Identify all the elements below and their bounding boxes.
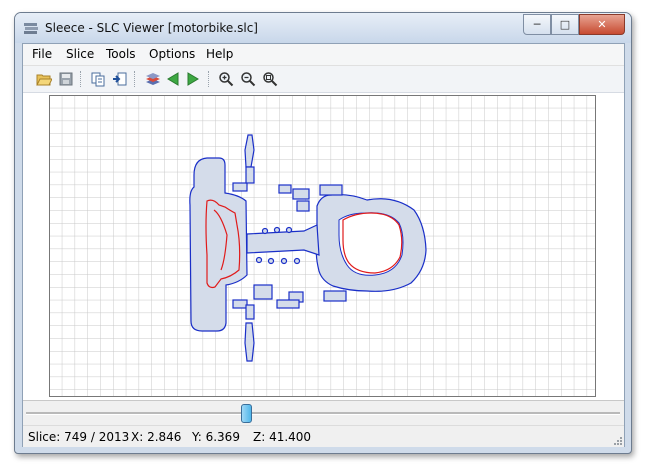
client-area: File Slice Tools Options Help Slice: 749… [22,43,625,447]
status-z: Z: 41.400 [253,430,312,444]
status-bar: Slice: 749 / 2013 X: 2.846 Y: 6.369 Z: 4… [23,425,624,447]
toolbar-separator [80,71,82,87]
resize-grip-icon[interactable] [613,436,623,446]
import-icon[interactable] [111,70,129,88]
zoom-out-icon[interactable] [239,70,257,88]
menu-file[interactable]: File [32,47,52,61]
slider-track[interactable] [26,412,620,415]
slice-canvas[interactable] [49,95,596,397]
application-window: Sleece - SLC Viewer [motorbike.slc] ─ □ … [14,12,632,454]
slice-view[interactable] [23,93,624,401]
maximize-button[interactable]: □ [551,14,579,35]
status-slice: Slice: 749 / 2013 [28,430,130,444]
menu-options[interactable]: Options [149,47,195,61]
previous-slice-icon[interactable] [164,70,182,88]
zoom-fit-icon[interactable] [261,70,279,88]
toolbar-separator [208,71,210,87]
title-bar[interactable]: Sleece - SLC Viewer [motorbike.slc] ─ □ … [15,13,631,43]
slice-slider[interactable] [23,401,624,425]
menu-help[interactable]: Help [206,47,233,61]
app-icon [24,23,38,34]
copy-icon[interactable] [89,70,107,88]
toolbar [23,66,624,93]
close-button[interactable]: ✕ [579,14,625,35]
next-slice-icon[interactable] [184,70,202,88]
layers-icon[interactable] [144,70,162,88]
menu-tools[interactable]: Tools [106,47,136,61]
status-y: Y: 6.369 [192,430,240,444]
toolbar-separator [134,71,136,87]
minimize-button[interactable]: ─ [523,14,551,35]
menu-bar: File Slice Tools Options Help [23,44,624,66]
slider-thumb[interactable] [240,404,252,423]
zoom-in-icon[interactable] [217,70,235,88]
save-icon[interactable] [57,70,75,88]
status-x: X: 2.846 [131,430,182,444]
window-title: Sleece - SLC Viewer [motorbike.slc] [45,21,258,35]
open-folder-icon[interactable] [35,70,53,88]
menu-slice[interactable]: Slice [66,47,94,61]
